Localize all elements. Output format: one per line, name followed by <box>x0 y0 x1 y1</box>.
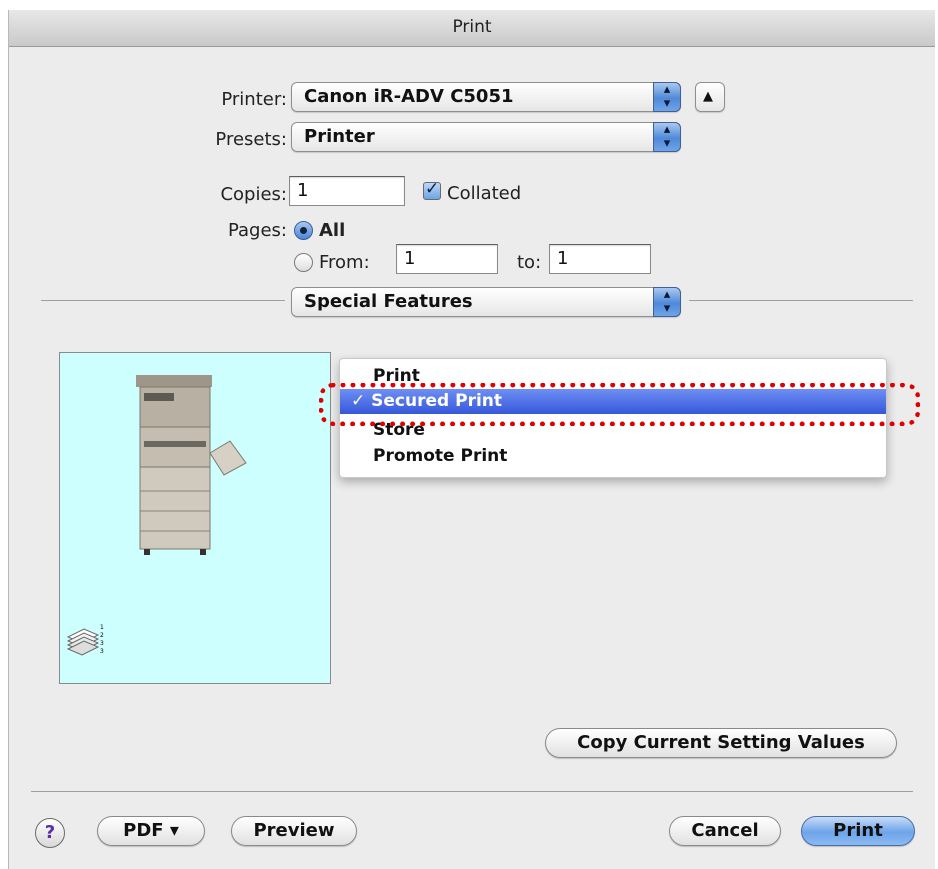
pages-all-radio[interactable] <box>294 221 313 240</box>
up-down-arrows-icon: ▴ ▾ <box>653 122 681 152</box>
svg-text:1: 1 <box>100 624 104 631</box>
panel-select[interactable]: Special Features ▴ ▾ <box>291 287 681 317</box>
pdf-menu-button[interactable]: PDF ▾ <box>97 816 205 846</box>
pages-from-value: 1 <box>404 248 416 269</box>
pages-all-label: All <box>319 220 346 241</box>
separator-left <box>41 300 285 301</box>
pages-from-radio[interactable] <box>294 253 313 272</box>
menu-item-promote-print[interactable]: Promote Print <box>373 446 507 466</box>
triangle-up-icon: ▲ <box>703 89 713 104</box>
up-down-arrows-icon: ▴ ▾ <box>653 82 681 112</box>
svg-text:3: 3 <box>100 648 104 655</box>
pages-from-label: From: <box>319 252 370 273</box>
preview-button[interactable]: Preview <box>231 816 357 846</box>
window-title: Print <box>452 17 492 37</box>
svg-text:2: 2 <box>100 632 104 639</box>
pages-to-input[interactable]: 1 <box>549 244 651 274</box>
pages-label: Pages: <box>227 220 287 241</box>
pages-from-input[interactable]: 1 <box>396 244 498 274</box>
printer-select[interactable]: Canon iR-ADV C5051 ▴ ▾ <box>291 82 681 112</box>
bottom-separator <box>31 791 913 792</box>
pages-to-value: 1 <box>557 248 569 269</box>
panel-select-value: Special Features <box>304 291 473 312</box>
collated-checkbox[interactable]: ✓ <box>423 179 441 200</box>
cancel-button[interactable]: Cancel <box>669 816 781 846</box>
printer-label: Printer: <box>221 89 287 110</box>
paper-stack-icon: 1 2 3 3 <box>66 624 104 656</box>
collated-label: Collated <box>447 183 522 204</box>
checkmark-icon: ✓ <box>425 179 440 199</box>
printer-preview: 1 2 3 3 <box>59 352 331 684</box>
print-dialog: Print Printer: Canon iR-ADV C5051 ▴ ▾ ▲ P… <box>8 10 935 869</box>
copy-setting-values-button[interactable]: Copy Current Setting Values <box>545 728 897 758</box>
separator-right <box>689 300 913 301</box>
presets-label: Presets: <box>215 129 287 150</box>
svg-text:3: 3 <box>100 640 104 647</box>
copies-value: 1 <box>297 180 309 201</box>
presets-select[interactable]: Printer ▴ ▾ <box>291 122 681 152</box>
pages-to-label: to: <box>517 252 542 273</box>
printer-value: Canon iR-ADV C5051 <box>304 86 514 107</box>
up-down-arrows-icon: ▴ ▾ <box>653 287 681 317</box>
presets-value: Printer <box>304 126 375 147</box>
title-bar[interactable]: Print <box>9 10 935 47</box>
copies-label: Copies: <box>220 184 287 205</box>
print-button[interactable]: Print <box>801 816 915 846</box>
printer-expand-button[interactable]: ▲ <box>695 82 725 112</box>
help-button[interactable]: ? <box>35 818 65 848</box>
copies-input[interactable]: 1 <box>289 176 405 206</box>
highlight-box <box>319 383 920 426</box>
